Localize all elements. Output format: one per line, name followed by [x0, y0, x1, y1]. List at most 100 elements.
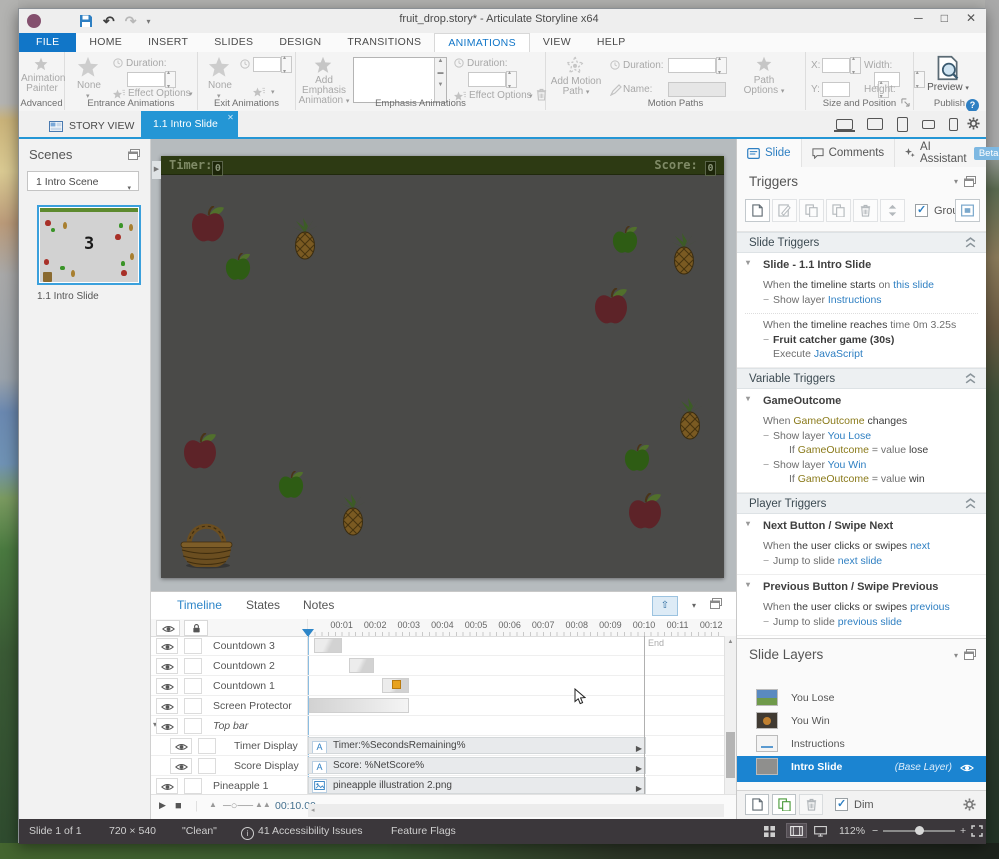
- object-name[interactable]: Top bar: [213, 720, 248, 732]
- lock-all-button[interactable]: [184, 620, 208, 636]
- phone-landscape-icon[interactable]: [922, 119, 935, 129]
- duplicate-layer-button[interactable]: [772, 794, 796, 815]
- group-checkbox[interactable]: [915, 203, 928, 217]
- lock-checkbox[interactable]: [184, 778, 202, 794]
- entrance-none-dropdown[interactable]: None: [73, 80, 105, 91]
- section-header-slide-triggers[interactable]: Slide Triggers: [737, 232, 986, 253]
- lock-checkbox[interactable]: [198, 758, 216, 774]
- delete-layer-button[interactable]: [799, 794, 823, 815]
- apple-green-graphic[interactable]: [624, 444, 650, 472]
- ribbon-tab-view[interactable]: VIEW: [530, 33, 584, 52]
- ribbon-tab-help[interactable]: HELP: [584, 33, 639, 52]
- visibility-eye-button[interactable]: [156, 678, 178, 694]
- new-layer-button[interactable]: [745, 794, 769, 815]
- phone-portrait-icon[interactable]: [949, 117, 958, 131]
- timeline-zoom-slider[interactable]: ─○──: [223, 800, 253, 812]
- trigger-group-title[interactable]: ▾ Previous Button / Swipe Previous: [737, 575, 986, 596]
- presenter-view-icon[interactable]: [814, 826, 827, 837]
- lock-checkbox[interactable]: [184, 698, 202, 714]
- zoom-out-button[interactable]: ▲: [209, 800, 217, 809]
- edit-trigger-button[interactable]: [772, 199, 797, 222]
- ribbon-tab-home[interactable]: HOME: [76, 33, 135, 52]
- delete-trigger-button[interactable]: [853, 199, 878, 222]
- trigger-link[interactable]: Instructions: [828, 294, 882, 306]
- pineapple-graphic[interactable]: [672, 233, 696, 275]
- object-name[interactable]: Countdown 2: [213, 660, 275, 672]
- layer-row-you-lose[interactable]: You Lose: [737, 687, 986, 710]
- object-name[interactable]: Timer Display: [234, 740, 298, 752]
- slide-thumbnail[interactable]: 3: [37, 205, 141, 285]
- layers-panel-icon[interactable]: [964, 649, 976, 660]
- trigger-link[interactable]: JavaScript: [814, 348, 863, 360]
- trigger-link[interactable]: previous: [910, 601, 950, 613]
- timeline-object-bar[interactable]: [349, 658, 374, 673]
- scene-dropdown[interactable]: 1 Intro Scene ▾: [27, 171, 139, 192]
- visibility-eye-button[interactable]: [156, 698, 178, 714]
- layers-gear-icon[interactable]: [963, 798, 976, 811]
- trigger-wizard-button[interactable]: [955, 199, 980, 222]
- object-name[interactable]: Countdown 3: [213, 640, 275, 652]
- play-button[interactable]: ▶: [159, 800, 166, 811]
- pineapple-graphic[interactable]: [293, 218, 317, 260]
- ribbon-tab-design[interactable]: DESIGN: [266, 33, 334, 52]
- entrance-duration-spinner[interactable]: [165, 69, 176, 90]
- grid-view-icon[interactable]: [764, 826, 775, 837]
- object-name[interactable]: Countdown 1: [213, 680, 275, 692]
- motion-name-field[interactable]: [668, 82, 726, 97]
- exit-none-dropdown[interactable]: None: [204, 80, 236, 91]
- timeline-horizontal-scrollbar[interactable]: ◂: [308, 804, 724, 817]
- layer-row-instructions[interactable]: Instructions: [737, 733, 986, 756]
- minimize-button[interactable]: ─: [914, 11, 923, 25]
- paste-trigger-button[interactable]: [826, 199, 851, 222]
- apple-red-graphic[interactable]: [191, 206, 225, 243]
- scrollbar-thumb[interactable]: [726, 732, 735, 778]
- trigger-link[interactable]: this slide: [893, 279, 934, 291]
- tab-states[interactable]: States: [246, 598, 280, 612]
- lock-checkbox[interactable]: [184, 638, 202, 654]
- visibility-eye-button[interactable]: [156, 778, 178, 794]
- zoom-in-icon[interactable]: +: [960, 825, 966, 837]
- save-icon[interactable]: [79, 14, 93, 28]
- trigger-group-title[interactable]: ▾ Slide - 1.1 Intro Slide: [737, 253, 986, 274]
- trigger-link[interactable]: You Lose: [828, 430, 871, 442]
- add-motion-path-button[interactable]: Add Motion Path ▾: [548, 77, 604, 98]
- close-button[interactable]: ✕: [966, 11, 976, 25]
- animation-painter-button[interactable]: Animation Painter: [21, 74, 65, 94]
- emphasis-duration-spinner[interactable]: [506, 69, 517, 90]
- lock-checkbox[interactable]: [184, 678, 202, 694]
- timeline-vertical-scrollbar[interactable]: ▲: [724, 636, 736, 796]
- lock-checkbox[interactable]: [184, 718, 202, 734]
- tab-story-view[interactable]: STORY VIEW: [41, 115, 142, 137]
- scrollbar-up-icon[interactable]: ▲: [725, 636, 736, 648]
- tab-close-icon[interactable]: ✕: [227, 113, 234, 122]
- reorder-trigger-button[interactable]: [880, 199, 905, 222]
- motion-duration-spinner[interactable]: [716, 55, 727, 76]
- apple-red-graphic[interactable]: [628, 493, 662, 530]
- layer-row-you-win[interactable]: You Win: [737, 710, 986, 733]
- slide-view-icon[interactable]: [786, 823, 807, 838]
- exit-duration-field[interactable]: [253, 57, 281, 72]
- apple-green-graphic[interactable]: [225, 253, 251, 281]
- ribbon-tab-slides[interactable]: SLIDES: [201, 33, 266, 52]
- x-spinner[interactable]: [850, 55, 861, 76]
- visibility-eye-button[interactable]: [156, 658, 178, 674]
- section-collapse-icon[interactable]: [965, 373, 976, 385]
- tablet-landscape-icon[interactable]: [867, 118, 883, 130]
- visibility-eye-button[interactable]: [156, 638, 178, 654]
- player-settings-gear-icon[interactable]: [967, 117, 980, 130]
- trigger-group-title[interactable]: ▾ GameOutcome: [737, 389, 986, 410]
- tab-ai-assistant[interactable]: AI Assistant Beta: [895, 139, 999, 167]
- dim-checkbox[interactable]: [835, 797, 848, 811]
- stop-button[interactable]: ■: [175, 800, 182, 812]
- section-header-player-triggers[interactable]: Player Triggers: [737, 493, 986, 514]
- tablet-portrait-icon[interactable]: [897, 116, 908, 132]
- scenes-panel-icon[interactable]: [128, 149, 140, 160]
- basket-graphic[interactable]: [178, 509, 235, 569]
- path-options-button[interactable]: Path Options ▾: [738, 76, 790, 97]
- ribbon-tab-insert[interactable]: INSERT: [135, 33, 201, 52]
- slide-stage[interactable]: Timer: 0 Score: 0: [161, 156, 724, 578]
- tab-comments[interactable]: Comments: [802, 139, 896, 167]
- timeline-ruler[interactable]: 00:01 00:02 00:03 00:04 00:05 00:06 00:07 00:08…: [151, 619, 736, 637]
- section-collapse-icon[interactable]: [965, 498, 976, 510]
- tab-intro-slide[interactable]: 1.1 Intro Slide ✕: [141, 111, 238, 137]
